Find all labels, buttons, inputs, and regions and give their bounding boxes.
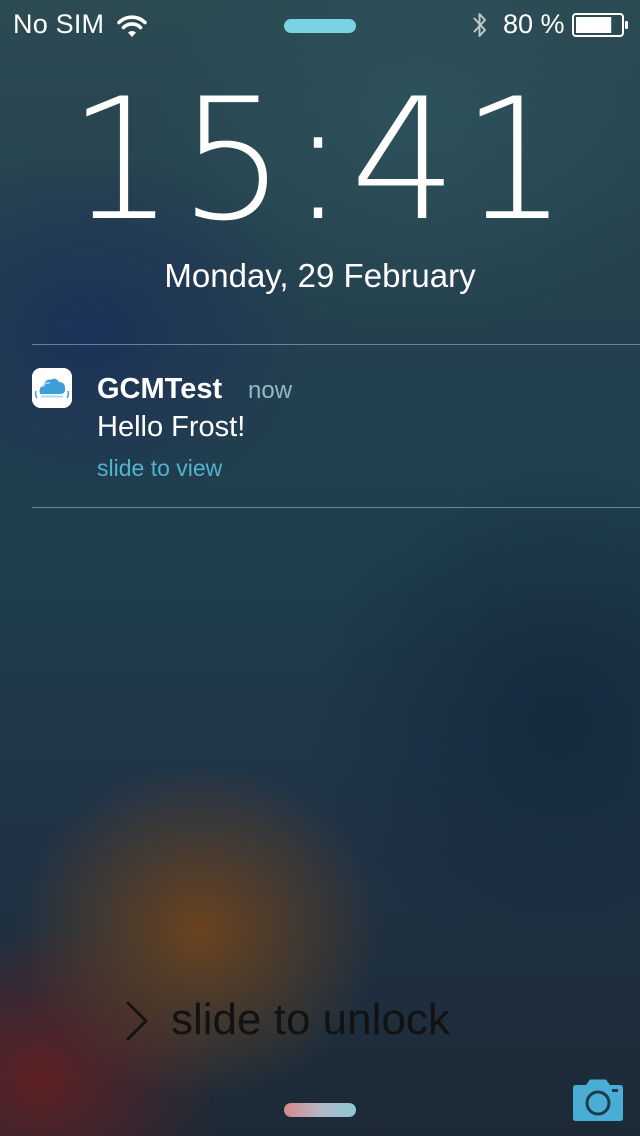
camera-icon[interactable] bbox=[570, 1078, 626, 1122]
lock-screen-date: Monday, 29 February bbox=[164, 257, 476, 294]
status-bar: No SIM 80 % bbox=[0, 0, 640, 50]
carrier-label: No SIM bbox=[13, 9, 105, 39]
notification-slide-to-view[interactable]: slide to view bbox=[97, 454, 222, 482]
notification-divider-top bbox=[32, 344, 640, 345]
slide-to-unlock-label: slide to unlock bbox=[171, 995, 450, 1044]
notification-divider-bottom bbox=[32, 507, 640, 508]
chevron-right-icon bbox=[126, 1001, 148, 1041]
notification-app-name: GCMTest bbox=[97, 373, 223, 405]
cloud-icon bbox=[32, 368, 72, 408]
lock-screen-clock: 15:41 bbox=[67, 62, 573, 258]
battery-icon bbox=[572, 13, 628, 37]
notification-time: now bbox=[248, 377, 293, 404]
control-center-grabber[interactable] bbox=[284, 1103, 356, 1117]
notification-center-grabber[interactable] bbox=[284, 19, 356, 33]
bluetooth-icon bbox=[473, 13, 486, 37]
notification-message: Hello Frost! bbox=[97, 411, 246, 443]
wifi-icon bbox=[117, 15, 147, 37]
battery-percent: 80 % bbox=[503, 9, 565, 39]
